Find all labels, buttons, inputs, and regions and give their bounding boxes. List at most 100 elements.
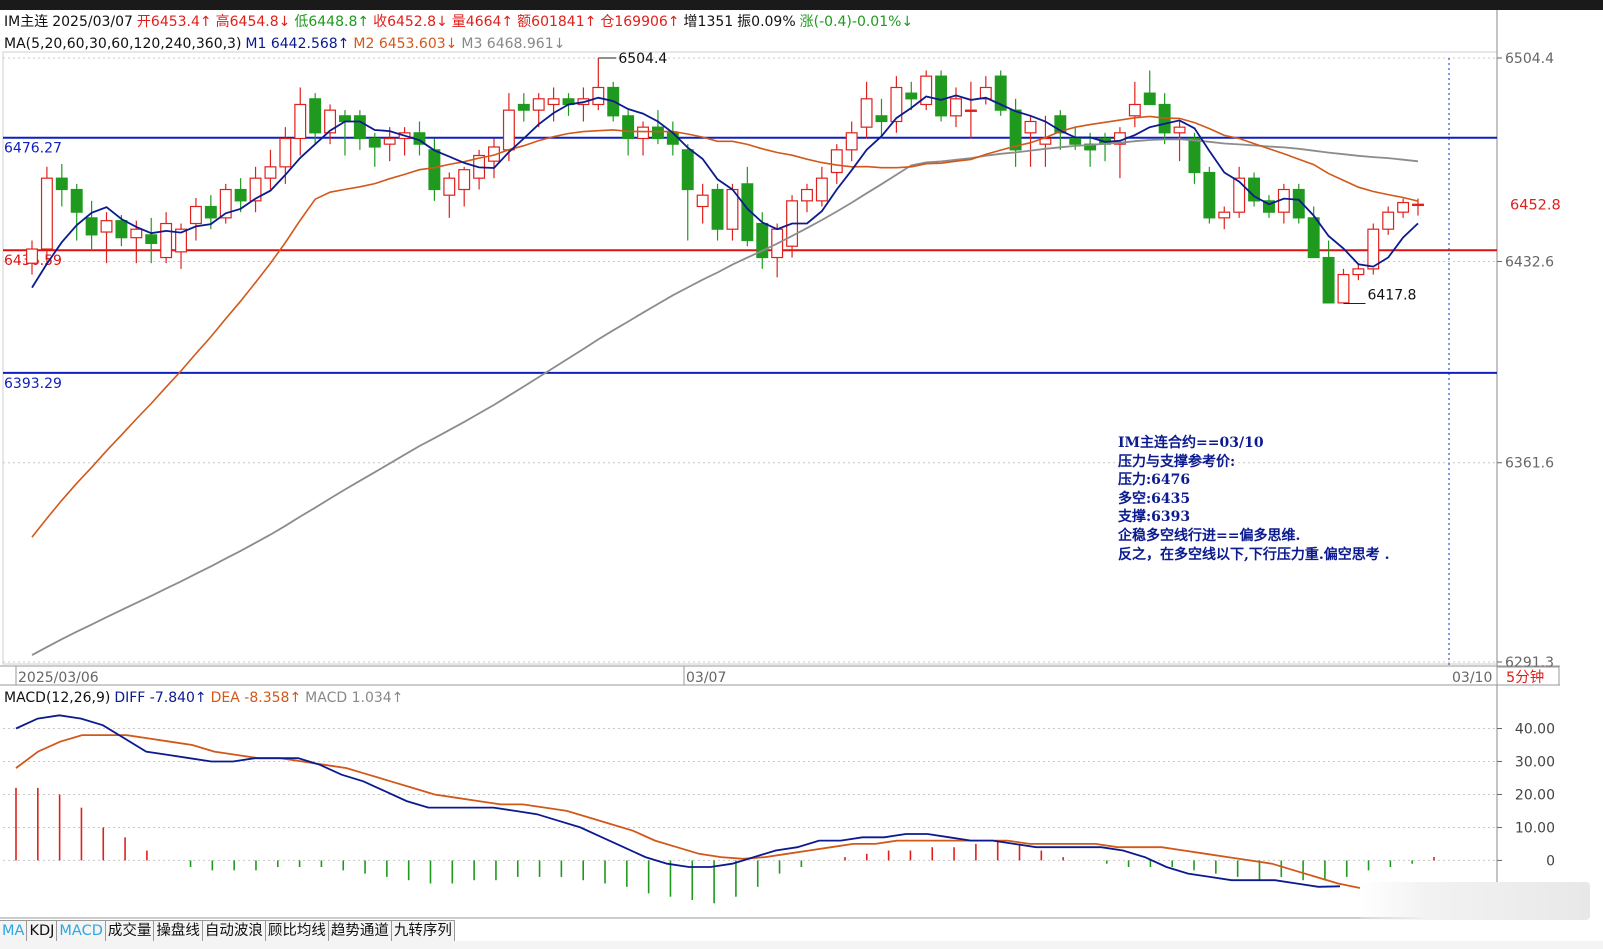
note-line: 多空:6435 xyxy=(1118,490,1191,507)
candle-body xyxy=(1143,92,1156,106)
pressure-level-label: 6476.27 xyxy=(4,141,62,157)
candle-body xyxy=(1367,228,1380,270)
candle-body xyxy=(666,132,679,145)
ma2-value: M2 6453.603↓ xyxy=(353,36,458,52)
candle-body xyxy=(1128,103,1141,117)
candle-body xyxy=(1337,273,1350,304)
macd-tick-label: 20.00 xyxy=(1515,787,1555,803)
close-value: 收6452.8↓ xyxy=(373,14,448,30)
tab-td-sequence[interactable]: 九转序列 xyxy=(391,920,455,941)
tab-ma[interactable]: MA xyxy=(0,920,28,941)
candle-body xyxy=(234,188,247,202)
candle-body xyxy=(383,137,396,145)
current-price-label: 6452.8 xyxy=(1510,197,1561,213)
candle-body xyxy=(160,222,173,259)
candle-body xyxy=(279,137,292,168)
macd-tick-label: 40.00 xyxy=(1515,721,1555,737)
candle-body xyxy=(1307,217,1320,259)
candle-body xyxy=(204,205,217,219)
candle-body xyxy=(189,205,202,225)
change-value: 涨(-0.4)-0.01%↓ xyxy=(799,14,914,30)
candle-body xyxy=(115,220,128,239)
candle-body xyxy=(324,109,337,134)
note-line: 企稳多空线行进==偏多思维. xyxy=(1118,527,1301,544)
candle-body xyxy=(875,115,888,123)
candle-body xyxy=(1382,211,1395,230)
candle-body xyxy=(1233,177,1246,213)
ma-params: MA(5,20,60,30,60,120,240,360,3) xyxy=(4,36,242,52)
candle-body xyxy=(294,103,307,140)
candle-body xyxy=(1352,268,1365,276)
candle-body xyxy=(1188,137,1201,174)
candle-body xyxy=(55,177,68,191)
tab-gmma[interactable]: 顾比均线 xyxy=(265,920,329,941)
date-label-end: 03/10 xyxy=(1452,670,1492,686)
candle-body xyxy=(845,132,858,151)
diff-value: DIFF -7.840↑ xyxy=(114,690,207,706)
tab-volume[interactable]: 成交量 xyxy=(105,920,155,941)
candle-body xyxy=(1009,109,1022,151)
amplitude-value: 振0.09% xyxy=(737,14,796,30)
diff-line xyxy=(15,714,1341,888)
candle-body xyxy=(950,98,962,117)
macd-value: MACD 1.034↑ xyxy=(305,690,404,706)
candle-body xyxy=(517,103,530,111)
candle-body xyxy=(1173,126,1186,134)
candle-body xyxy=(1024,120,1037,134)
candle-body xyxy=(964,109,977,112)
candle-body xyxy=(1322,256,1335,304)
candle-body xyxy=(428,149,441,191)
price-tick-label: 6432.6 xyxy=(1505,255,1554,271)
candle-body xyxy=(1203,171,1216,219)
analysis-note: IM主连合约==03/10 压力与支撑参考价: 压力:6476 多空:6435 … xyxy=(1118,434,1390,564)
high-marker-label: 6504.4 xyxy=(618,51,667,67)
date-label-mid: 03/07 xyxy=(686,670,726,686)
blurred-overlay xyxy=(1360,882,1590,920)
symbol-label: IM主连 xyxy=(4,14,49,30)
candle-body xyxy=(100,220,113,233)
date-label-start: 2025/03/06 xyxy=(18,670,99,686)
amount-value: 额601841↑ xyxy=(517,14,597,30)
dea-line xyxy=(15,734,1361,889)
note-line: 压力与支撑参考价: xyxy=(1118,453,1236,470)
candle-body xyxy=(40,177,53,250)
volume-value: 量4664↑ xyxy=(451,14,514,30)
candle-body xyxy=(264,166,277,179)
macd-tick-label: 30.00 xyxy=(1515,754,1555,770)
open-value: 开6453.4↑ xyxy=(136,14,212,30)
candle-body xyxy=(1069,137,1082,145)
ma3-value: M3 6468.961↓ xyxy=(461,36,566,52)
candle-body xyxy=(26,248,38,264)
macd-params: MACD(12,26,9) xyxy=(4,690,111,706)
candle-body xyxy=(368,137,381,148)
note-line: 压力:6476 xyxy=(1118,472,1191,489)
candle-body xyxy=(830,149,843,174)
tab-auto-wave[interactable]: 自动波浪 xyxy=(202,920,266,941)
period-label: 5分钟 xyxy=(1506,669,1544,686)
indicator-tabs: MA KDJ MACD 成交量 操盘线 自动波浪 顾比均线 趋势通道 九转序列 xyxy=(0,920,455,941)
low-value: 低6448.8↑ xyxy=(294,14,370,30)
candle-body xyxy=(1412,203,1424,207)
candle-body xyxy=(681,149,694,191)
right-panel-edge xyxy=(1595,10,1603,940)
ma1-value: M1 6442.568↑ xyxy=(245,36,350,52)
candle-body xyxy=(1218,211,1231,219)
candle-body xyxy=(935,75,948,117)
candle-body xyxy=(547,98,560,106)
increase-value: 增1351 xyxy=(683,14,734,30)
macd-tick-label: 10.00 xyxy=(1515,820,1555,836)
tab-kdj[interactable]: KDJ xyxy=(27,920,58,941)
candle-body xyxy=(502,109,515,151)
low-marker-label: 6417.8 xyxy=(1367,287,1416,303)
candle-body xyxy=(815,177,828,202)
candle-body xyxy=(905,92,918,100)
note-line: 反之，在多空线以下,下行压力重.偏空思考 . xyxy=(1118,546,1390,563)
candle-body xyxy=(592,86,605,106)
tab-macd[interactable]: MACD xyxy=(57,920,106,941)
ma-header: MA(5,20,60,30,60,120,240,360,3) M1 6442.5… xyxy=(4,35,569,53)
tab-trend-channel[interactable]: 趋势通道 xyxy=(328,920,392,941)
candle-body xyxy=(130,228,143,239)
tab-trading-line[interactable]: 操盘线 xyxy=(154,920,203,941)
ohlc-header: IM主连 2025/03/07 开6453.4↑ 高6454.8↓ 低6448.8↑ 收6… xyxy=(4,13,917,31)
position-value: 仓169906↑ xyxy=(600,14,680,30)
